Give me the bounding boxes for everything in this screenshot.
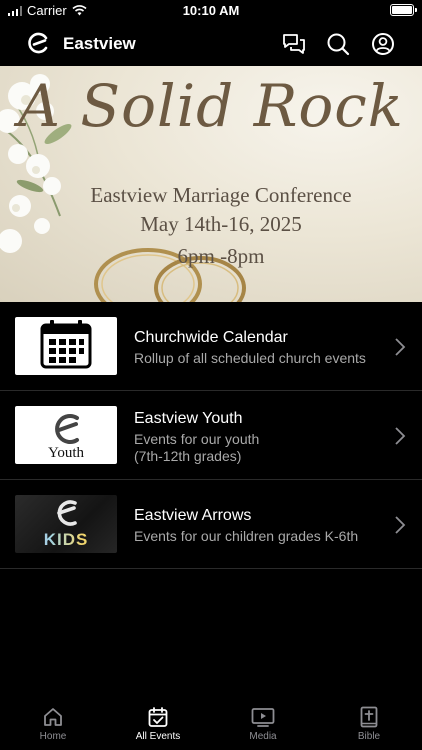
calendar-icon xyxy=(40,320,92,369)
featured-event-banner[interactable]: A Solid Rock Eastview Marriage Conferenc… xyxy=(0,66,422,302)
search-icon[interactable] xyxy=(325,31,351,57)
row-title: Eastview Youth xyxy=(134,410,243,427)
tab-bar: Home All Events Media Bible xyxy=(0,700,422,750)
banner-event-name: Eastview Marriage Conference xyxy=(90,183,352,207)
tv-play-icon xyxy=(251,708,275,727)
tab-label: Media xyxy=(249,731,277,742)
tab-label: Bible xyxy=(357,731,381,742)
account-icon[interactable] xyxy=(370,31,396,57)
bible-icon xyxy=(360,706,378,728)
banner-title: A Solid Rock xyxy=(18,72,404,140)
tab-bible[interactable]: Bible xyxy=(329,706,409,742)
calendar-check-icon xyxy=(148,707,168,727)
eastview-logo-icon[interactable] xyxy=(28,32,50,54)
kids-thumbnail: KIDS xyxy=(15,495,117,553)
home-icon xyxy=(44,708,62,726)
row-subtitle: Events for our youth xyxy=(134,431,260,447)
tab-home[interactable]: Home xyxy=(13,706,93,742)
banner-event-dates: May 14th-16, 2025 xyxy=(140,212,302,236)
row-subtitle: Rollup of all scheduled church events xyxy=(134,350,366,366)
kids-thumbnail-label: KIDS xyxy=(15,530,117,550)
chevron-right-icon xyxy=(395,338,406,356)
calendar-thumbnail xyxy=(15,317,117,375)
status-time: 10:10 AM xyxy=(182,3,240,18)
row-title: Eastview Arrows xyxy=(134,507,252,524)
chat-icon[interactable] xyxy=(281,31,307,57)
list-item-churchwide-calendar[interactable]: Churchwide Calendar Rollup of all schedu… xyxy=(0,302,422,391)
chevron-right-icon xyxy=(395,516,406,534)
nav-bar: Eastview xyxy=(0,22,422,66)
youth-thumbnail: Youth xyxy=(15,406,117,464)
row-subtitle: Events for our children grades K-6th xyxy=(134,528,359,544)
tab-label: Home xyxy=(39,731,67,742)
status-bar: Carrier 10:10 AM xyxy=(0,0,422,22)
battery-icon xyxy=(390,4,417,16)
list-item-eastview-youth[interactable]: Youth Eastview Youth Events for our yout… xyxy=(0,391,422,480)
tab-all-events[interactable]: All Events xyxy=(118,706,198,742)
event-category-list: Churchwide Calendar Rollup of all schedu… xyxy=(0,302,422,569)
nav-title: Eastview xyxy=(63,34,136,53)
tab-label: All Events xyxy=(135,731,181,742)
list-item-eastview-arrows[interactable]: KIDS Eastview Arrows Events for our chil… xyxy=(0,480,422,569)
chevron-right-icon xyxy=(395,427,406,445)
row-subtitle-line2: (7th-12th grades) xyxy=(134,448,242,464)
banner-event-time: 6pm -8pm xyxy=(177,244,265,268)
youth-thumbnail-label: Youth xyxy=(48,445,84,461)
tab-media[interactable]: Media xyxy=(223,706,303,742)
row-title: Churchwide Calendar xyxy=(134,329,288,346)
